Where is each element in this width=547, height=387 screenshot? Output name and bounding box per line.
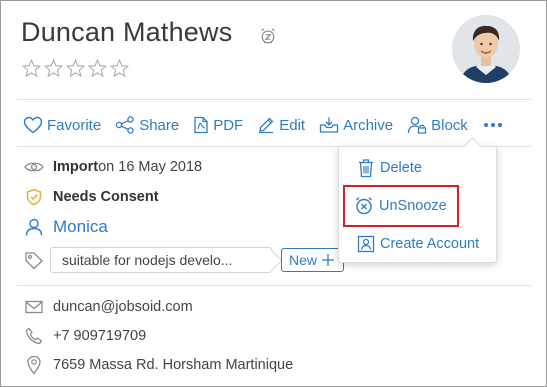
star-icon[interactable] — [109, 58, 130, 79]
tag-label: suitable for nodejs develo... — [62, 252, 233, 268]
share-button[interactable]: Share — [115, 116, 179, 134]
share-label: Share — [139, 116, 180, 134]
block-button[interactable]: Block — [407, 116, 468, 134]
avatar — [452, 15, 520, 83]
menu-item-create-account-label: Create Account — [380, 236, 480, 252]
tag-icon — [23, 250, 45, 270]
consent-status: Needs Consent — [53, 189, 159, 205]
email-row: duncan@jobsoid.com — [23, 297, 193, 317]
consent-row: Needs Consent — [23, 187, 159, 207]
block-user-icon — [407, 116, 427, 134]
edit-icon — [259, 117, 274, 134]
star-icon[interactable] — [21, 58, 42, 79]
import-row: Import on 16 May 2018 — [23, 157, 202, 177]
phone-row: +7 909719709 — [23, 326, 146, 346]
trash-icon — [359, 159, 373, 178]
menu-item-create-account[interactable]: Create Account — [357, 235, 479, 253]
star-icon[interactable] — [43, 58, 64, 79]
favorite-button[interactable]: Favorite — [23, 116, 101, 134]
share-icon — [115, 116, 134, 134]
mail-icon — [23, 297, 45, 317]
pdf-icon — [194, 116, 208, 134]
star-icon[interactable] — [65, 58, 86, 79]
address-row: 7659 Massa Rd. Horsham Martinique — [23, 355, 293, 375]
heart-icon — [23, 116, 43, 134]
menu-item-delete-label: Delete — [380, 160, 422, 176]
pdf-button[interactable]: PDF — [193, 116, 243, 134]
more-icon[interactable] — [483, 123, 502, 127]
tag-row-icon — [23, 250, 53, 270]
new-tag-label: New — [288, 252, 317, 268]
archive-label: Archive — [343, 116, 394, 134]
archive-icon — [319, 117, 339, 133]
divider — [17, 99, 531, 100]
owner-link[interactable]: Monica — [53, 217, 108, 237]
archive-button[interactable]: Archive — [319, 116, 393, 134]
import-date: on 16 May 2018 — [98, 159, 203, 175]
edit-button[interactable]: Edit — [257, 116, 305, 134]
pdf-label: PDF — [213, 116, 244, 134]
account-icon — [357, 235, 375, 253]
divider — [17, 285, 531, 286]
highlight-box — [343, 185, 459, 227]
email-value[interactable]: duncan@jobsoid.com — [53, 299, 193, 315]
menu-item-delete[interactable]: Delete — [357, 158, 422, 178]
snooze-icon[interactable] — [259, 27, 277, 45]
import-label: Import — [53, 159, 99, 175]
star-icon[interactable] — [87, 58, 108, 79]
contact-card: Duncan Mathews Favorite Share PDF Edit A… — [0, 0, 547, 387]
new-tag-button[interactable]: New — [281, 248, 344, 272]
address-value: 7659 Massa Rd. Horsham Martinique — [53, 357, 294, 373]
phone-value[interactable]: +7 909719709 — [53, 328, 146, 344]
plus-icon — [322, 254, 334, 266]
edit-label: Edit — [279, 116, 306, 134]
location-icon — [23, 355, 45, 375]
shield-icon — [23, 187, 45, 207]
contact-name: Duncan Mathews — [21, 17, 233, 47]
action-toolbar: Favorite Share PDF Edit Archive Block — [23, 114, 502, 136]
block-label: Block — [431, 116, 468, 134]
rating-stars[interactable] — [21, 58, 130, 79]
favorite-label: Favorite — [47, 116, 102, 134]
user-icon — [23, 217, 45, 237]
phone-icon — [23, 326, 45, 346]
owner-row: Monica — [23, 217, 108, 237]
import-icon — [23, 157, 45, 177]
tag-chip[interactable]: suitable for nodejs develo... — [50, 247, 272, 273]
